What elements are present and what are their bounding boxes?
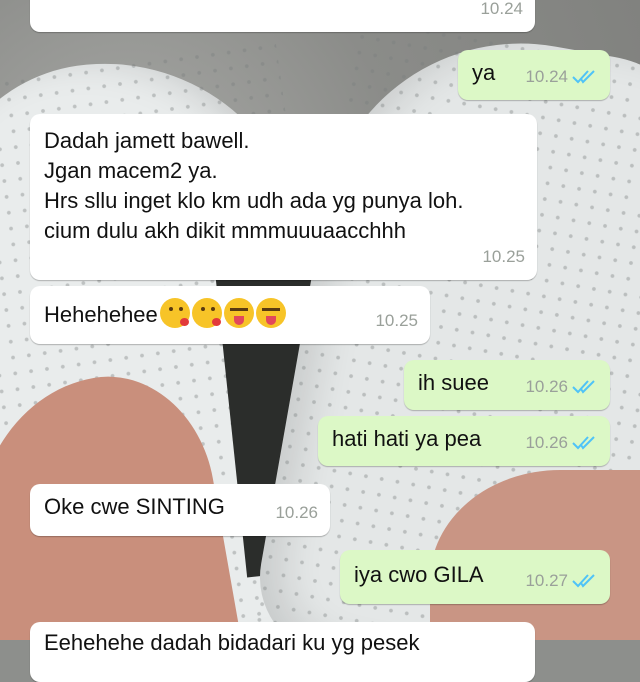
read-receipt-icon [572,574,598,588]
read-receipt-icon [572,436,598,450]
message-time: 10.25 [375,311,418,330]
message-time: 10.26 [525,433,568,452]
message-bubble-outgoing[interactable]: hati hati ya pea 10.26 [318,416,610,466]
message-text: Eehehehe dadah bidadari ku yg pesek [44,630,420,655]
chat-area[interactable]: 10.24 ya 10.24 Dadah jamett bawell. Jgan… [0,0,640,682]
message-bubble-outgoing[interactable]: ih suee 10.26 [404,360,610,410]
message-line: Hrs sllu inget klo km udh ada yg punya l… [44,188,464,213]
message-time: 10.25 [482,247,525,266]
squinting-tongue-emoji [255,298,286,328]
message-bubble-incoming[interactable]: Oke cwe SINTING 10.26 [30,484,330,536]
message-bubble-incoming[interactable]: Dadah jamett bawell. Jgan macem2 ya. Hrs… [30,114,537,280]
kissing-heart-emoji [191,298,222,328]
kissing-heart-emoji [159,298,190,328]
read-receipt-icon [572,70,598,84]
squinting-tongue-emoji [223,298,254,328]
message-time: 10.24 [525,67,568,86]
message-bubble-outgoing[interactable]: ya 10.24 [458,50,610,100]
message-time: 10.24 [480,0,523,18]
message-text: Hehehehee [44,302,158,327]
message-line: Jgan macem2 ya. [44,158,218,183]
message-line: Dadah jamett bawell. [44,128,250,153]
message-time: 10.26 [275,503,318,522]
message-time: 10.26 [525,377,568,396]
message-bubble-incoming[interactable]: 10.24 [30,0,535,32]
message-bubble-incoming[interactable]: Eehehehe dadah bidadari ku yg pesek [30,622,535,682]
read-receipt-icon [572,380,598,394]
message-line: cium dulu akh dikit mmmuuuaacchhh [44,218,406,243]
message-bubble-incoming[interactable]: Hehehehee 10.25 [30,286,430,344]
message-bubble-outgoing[interactable]: iya cwo GILA 10.27 [340,550,610,604]
message-time: 10.27 [525,571,568,590]
